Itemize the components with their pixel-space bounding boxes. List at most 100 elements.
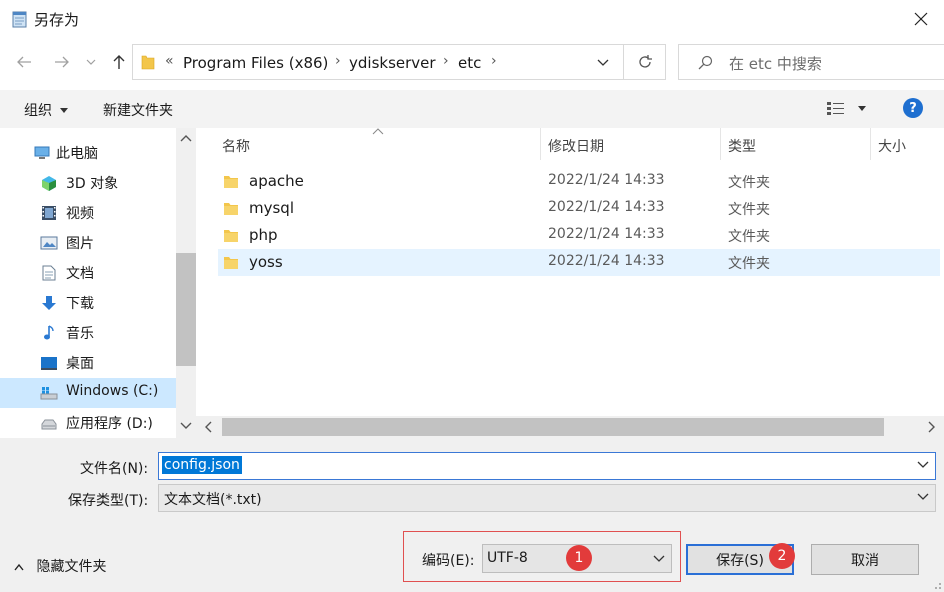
- chevron-down-icon: [917, 493, 929, 500]
- breadcrumb-separator[interactable]: ›: [491, 53, 497, 69]
- sidebar-item-videos[interactable]: 视频: [0, 198, 176, 228]
- sidebar-item-apps-d[interactable]: 应用程序 (D:): [0, 408, 176, 438]
- new-folder-button[interactable]: 新建文件夹: [103, 100, 173, 120]
- filename-label: 文件名(N):: [80, 461, 149, 477]
- sidebar-item-3d-objects[interactable]: 3D 对象: [0, 168, 176, 198]
- forward-button[interactable]: [48, 49, 76, 75]
- help-icon[interactable]: ?: [903, 98, 923, 118]
- file-type: 文件夹: [728, 256, 770, 272]
- file-type: 文件夹: [728, 175, 770, 191]
- cancel-button[interactable]: 取消: [811, 544, 919, 575]
- back-button[interactable]: [10, 49, 38, 75]
- folder-icon: [224, 203, 238, 215]
- music-icon: [44, 325, 54, 340]
- drive-c-icon: [40, 387, 58, 400]
- overflow-chevron[interactable]: «: [165, 53, 174, 69]
- chevron-left-icon[interactable]: [204, 421, 212, 433]
- column-header-size[interactable]: 大小: [878, 136, 906, 168]
- search-input[interactable]: 在 etc 中搜索: [678, 44, 944, 80]
- title-bar: 另存为: [0, 0, 944, 38]
- download-icon: [42, 296, 56, 310]
- desktop-icon: [41, 357, 57, 370]
- encoding-value: UTF-8: [487, 550, 528, 566]
- chevron-up-icon: [14, 563, 24, 571]
- sidebar-item-label: 图片: [66, 236, 94, 252]
- file-name: yoss: [249, 253, 283, 271]
- file-row-apache[interactable]: apache 2022/1/24 14:33 文件夹: [218, 168, 940, 195]
- sidebar-item-label: Windows (C:): [66, 383, 159, 399]
- sidebar-item-desktop[interactable]: 桌面: [0, 348, 176, 378]
- notepad-icon: [12, 11, 27, 28]
- view-options-button[interactable]: [826, 100, 866, 118]
- arrow-right-icon: [55, 56, 69, 68]
- resize-grip-icon[interactable]: [930, 578, 942, 590]
- organize-menu[interactable]: 组织: [24, 100, 69, 120]
- file-name: apache: [249, 172, 304, 190]
- breadcrumb-separator[interactable]: ›: [443, 53, 449, 69]
- chevron-down-icon[interactable]: [180, 422, 192, 430]
- filename-input[interactable]: config.json: [158, 452, 936, 480]
- sidebar-item-label: 桌面: [66, 356, 94, 372]
- folder-icon: [224, 176, 238, 188]
- sidebar-item-this-pc[interactable]: 此电脑: [0, 138, 176, 168]
- sidebar-item-label: 应用程序 (D:): [66, 416, 153, 432]
- chevron-up-icon[interactable]: [180, 134, 192, 142]
- chevron-down-icon[interactable]: [597, 59, 609, 67]
- column-header-modified[interactable]: 修改日期: [548, 136, 604, 168]
- close-icon: [914, 12, 928, 26]
- sidebar-item-downloads[interactable]: 下载: [0, 288, 176, 318]
- column-header-type[interactable]: 类型: [728, 136, 756, 168]
- file-row-mysql[interactable]: mysql 2022/1/24 14:33 文件夹: [218, 195, 940, 222]
- encoding-label: 编码(E):: [422, 553, 475, 569]
- column-divider[interactable]: [870, 128, 871, 160]
- file-modified: 2022/1/24 14:33: [548, 253, 665, 269]
- refresh-button[interactable]: [624, 44, 666, 80]
- sidebar-item-windows-c[interactable]: Windows (C:): [0, 378, 176, 408]
- command-bar: 组织 新建文件夹 ?: [0, 90, 944, 128]
- breadcrumb-ydiskserver[interactable]: ydiskserver: [349, 54, 436, 72]
- scrollbar-thumb[interactable]: [176, 253, 196, 366]
- breadcrumb-separator[interactable]: ›: [335, 53, 341, 69]
- arrow-up-icon: [113, 55, 125, 69]
- file-list: 名称 修改日期 类型 大小 apache 2022/1/24 14:33 文件夹…: [196, 128, 944, 438]
- file-name: php: [249, 226, 278, 244]
- folder-icon: [224, 257, 238, 269]
- search-icon: [698, 55, 713, 70]
- chevron-down-icon[interactable]: [917, 459, 929, 471]
- pictures-icon: [40, 236, 58, 250]
- file-list-scrollbar[interactable]: [196, 416, 944, 438]
- column-header-name[interactable]: 名称: [222, 136, 250, 168]
- filetype-select[interactable]: 文本文档(*.txt): [158, 484, 936, 512]
- up-button[interactable]: [105, 49, 133, 75]
- sidebar-scrollbar[interactable]: [176, 128, 196, 438]
- annotation-badge-2: 2: [769, 543, 795, 569]
- breadcrumb-etc[interactable]: etc: [458, 54, 481, 72]
- sidebar-item-label: 此电脑: [56, 146, 98, 162]
- sidebar-item-pictures[interactable]: 图片: [0, 228, 176, 258]
- chevron-down-icon: [653, 555, 665, 562]
- file-row-yoss[interactable]: yoss 2022/1/24 14:33 文件夹: [218, 249, 940, 276]
- scrollbar-thumb[interactable]: [222, 418, 884, 436]
- close-button[interactable]: [898, 0, 944, 38]
- column-divider[interactable]: [540, 128, 541, 160]
- recent-locations-button[interactable]: [80, 49, 102, 75]
- hide-folders-toggle[interactable]: 隐藏文件夹: [14, 556, 106, 575]
- window-title: 另存为: [34, 11, 80, 29]
- sidebar-item-music[interactable]: 音乐: [0, 318, 176, 348]
- address-bar[interactable]: « Program Files (x86) › ydiskserver › et…: [132, 44, 624, 80]
- file-row-php[interactable]: php 2022/1/24 14:33 文件夹: [218, 222, 940, 249]
- sidebar-item-documents[interactable]: 文档: [0, 258, 176, 288]
- file-type: 文件夹: [728, 229, 770, 245]
- breadcrumb-program-files[interactable]: Program Files (x86): [183, 54, 328, 72]
- file-modified: 2022/1/24 14:33: [548, 226, 665, 242]
- chevron-right-icon[interactable]: [928, 421, 936, 433]
- filetype-label: 保存类型(T):: [68, 493, 149, 509]
- documents-icon: [42, 265, 56, 281]
- sidebar-item-label: 下载: [66, 296, 94, 312]
- computer-icon: [34, 146, 50, 159]
- drive-d-icon: [41, 419, 57, 430]
- filename-value: config.json: [162, 456, 242, 474]
- sidebar-item-label: 视频: [66, 206, 94, 222]
- column-divider[interactable]: [720, 128, 721, 160]
- arrow-left-icon: [17, 56, 31, 68]
